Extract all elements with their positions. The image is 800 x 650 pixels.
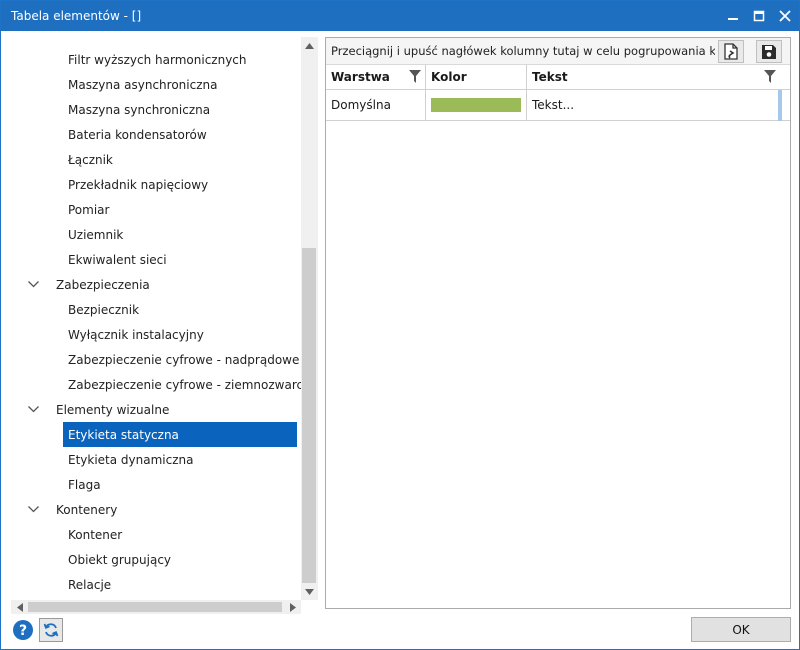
chevron-down-icon[interactable] [23,275,43,295]
tree-item-label: Filtr wyższych harmonicznych [68,52,247,67]
cell-kolor[interactable] [426,90,527,120]
tree-item-label: Ekwiwalent sieci [68,252,167,267]
window-title: Tabela elementów - [] [11,9,142,23]
tree-item-label: Wyłącznik instalacyjny [68,327,204,342]
cell-tekst[interactable]: Tekst... [527,90,780,120]
export-button[interactable] [718,40,744,63]
tree-item[interactable]: Kontener [11,522,301,547]
minimize-button[interactable] [721,4,745,28]
horizontal-scroll-thumb[interactable] [28,602,282,612]
tree-item[interactable]: Relacje [11,572,301,597]
close-button[interactable] [773,4,797,28]
tree-item-label: Pomiar [68,202,110,217]
chevron-down-icon[interactable] [23,500,43,520]
tree-item[interactable]: Łącznik [11,147,301,172]
scroll-up-arrow-icon[interactable] [301,37,318,54]
column-title: Kolor [431,70,467,84]
tree-item[interactable]: Bezpiecznik [11,297,301,322]
tree-item-label: Łącznik [68,152,113,167]
help-icon: ? [13,620,33,640]
save-icon [762,44,776,59]
tree-item[interactable]: Zabezpieczenie cyfrowe - nadprądowe [11,347,301,372]
group-panel[interactable]: Przeciągnij i upuść nagłówek kolumny tut… [326,38,790,65]
tree-item-label: Zabezpieczenia [56,277,150,292]
tree-item-label: Etykieta statyczna [68,427,179,442]
maximize-button[interactable] [747,4,771,28]
tree-item-label: Kontenery [56,502,118,517]
tree-item-label: Obiekt grupujący [68,552,172,567]
column-header-tekst[interactable]: Tekst [527,65,780,89]
tree-item-label: Flaga [68,477,101,492]
save-button[interactable] [756,40,782,63]
tree-item[interactable]: Flaga [11,472,301,497]
refresh-button[interactable] [39,618,63,642]
tree-item[interactable]: Etykieta dynamiczna [11,447,301,472]
column-title: Tekst [532,70,568,84]
tree-item[interactable]: Bateria kondensatorów [11,122,301,147]
chevron-down-icon[interactable] [23,400,43,420]
tree-item[interactable]: Filtr wyższych harmonicznych [11,47,301,72]
tree-item[interactable]: Ekwiwalent sieci [11,247,301,272]
tree-group-node[interactable]: Kontenery [11,497,301,522]
column-header-kolor[interactable]: Kolor [426,65,527,89]
grid-header: Warstwa Kolor Tekst [326,65,790,90]
close-icon [779,10,791,22]
svg-text:?: ? [19,623,27,639]
tree-item-label: Elementy wizualne [56,402,170,417]
tree-item-label: Uziemnik [68,227,124,242]
scroll-left-arrow-icon[interactable] [11,600,28,614]
maximize-icon [753,10,765,22]
tree-group-node[interactable]: Elementy wizualne [11,397,301,422]
tree-item[interactable]: Pomiar [11,197,301,222]
tree-item-label: Relacje [68,577,112,592]
tree-item-label: Maszyna synchroniczna [68,102,211,117]
scroll-down-arrow-icon[interactable] [301,583,318,600]
tree-item-label: Maszyna asynchroniczna [68,77,218,92]
column-header-warstwa[interactable]: Warstwa [326,65,426,89]
filter-icon[interactable] [764,70,776,86]
tree-item-label: Zabezpieczenie cyfrowe - nadprądowe [68,352,300,367]
tree-item[interactable]: Wyłącznik instalacyjny [11,322,301,347]
tree-list: Filtr wyższych harmonicznych Maszyna asyn… [11,47,301,597]
tree-group-node[interactable]: Zabezpieczenia [11,272,301,297]
tree-item[interactable]: Uziemnik [11,222,301,247]
tree-item[interactable]: Maszyna asynchroniczna [11,72,301,97]
tree-item[interactable]: Przekładnik napięciowy [11,172,301,197]
tree-item-label: Kontener [68,527,123,542]
scroll-right-arrow-icon[interactable] [284,600,301,614]
help-button[interactable]: ? [11,618,35,642]
tree-item-label: Przekładnik napięciowy [68,177,209,192]
tree-item-label: Etykieta dynamiczna [68,452,194,467]
color-swatch[interactable] [431,98,521,112]
tree-item[interactable]: Zabezpieczenie cyfrowe - ziemnozwarciowe [11,372,301,397]
tree-item-label: Bateria kondensatorów [68,127,207,142]
cell-warstwa[interactable]: Domyślna [326,90,426,120]
tree-item[interactable]: Etykieta statyczna [63,422,297,447]
ok-button[interactable]: OK [691,617,791,642]
row-indicator [778,90,782,121]
filter-icon[interactable] [409,70,421,86]
element-tree: Filtr wyższych harmonicznych Maszyna asyn… [11,37,318,614]
refresh-icon [43,623,59,637]
tree-item-label: Zabezpieczenie cyfrowe - ziemnozwarciowe [68,377,301,392]
properties-grid: Przeciągnij i upuść nagłówek kolumny tut… [325,37,791,609]
table-row[interactable]: Domyślna Tekst... [326,90,790,121]
export-document-icon [724,43,738,60]
tree-horizontal-scrollbar[interactable] [11,600,301,614]
vertical-scroll-thumb[interactable] [302,248,316,583]
tree-item-label: Bezpiecznik [68,302,140,317]
title-bar[interactable]: Tabela elementów - [] [1,1,799,31]
dialog-window: Tabela elementów - [] Filtr wyższych har… [0,0,800,650]
tree-vertical-scrollbar[interactable] [301,37,318,600]
group-hint-text: Przeciągnij i upuść nagłówek kolumny tut… [331,44,715,58]
tree-item[interactable]: Maszyna synchroniczna [11,97,301,122]
column-title: Warstwa [331,70,390,84]
minimize-icon [728,18,738,20]
tree-item[interactable]: Obiekt grupujący [11,547,301,572]
